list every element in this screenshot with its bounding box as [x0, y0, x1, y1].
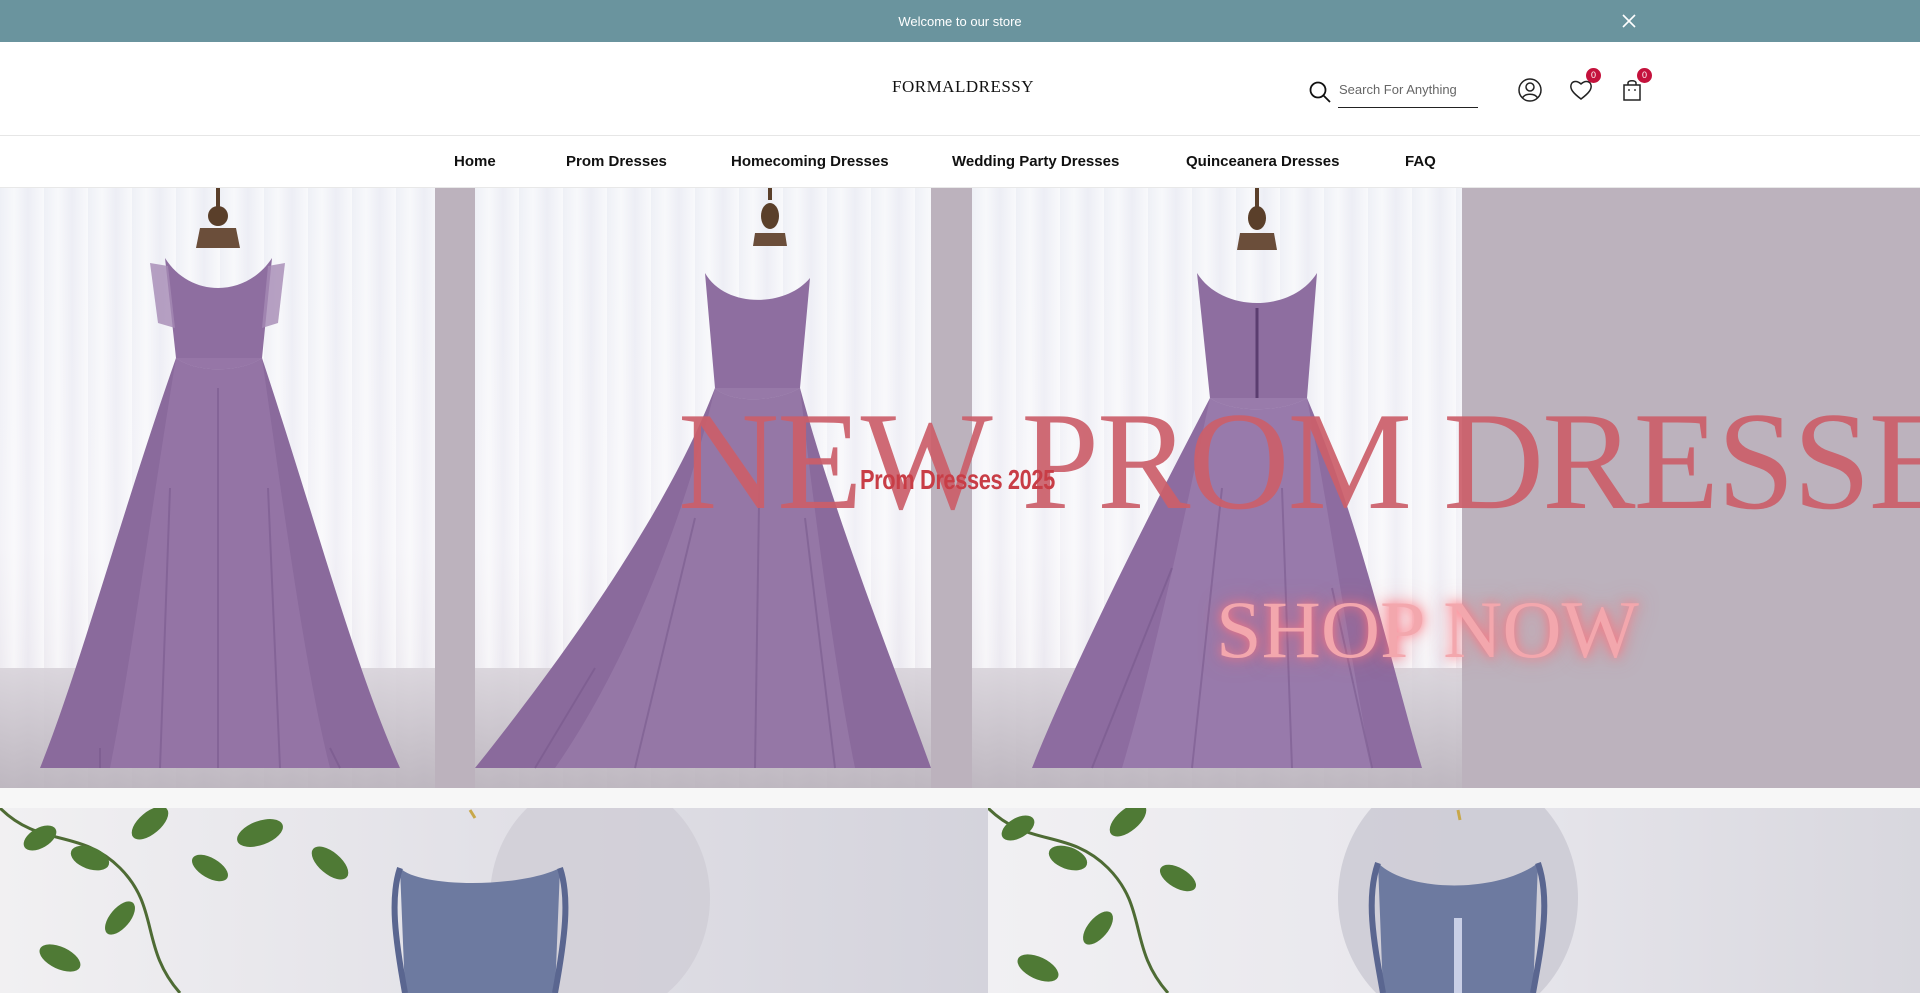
- nav-item-wedding-party-dresses[interactable]: Wedding Party Dresses: [952, 153, 1119, 170]
- site-logo[interactable]: FORMALDRESSY: [892, 77, 1034, 97]
- cart-button[interactable]: 0: [1618, 68, 1652, 104]
- search-icon[interactable]: [1308, 80, 1332, 104]
- hero-banner[interactable]: NEW PROM DRESSES Prom Dresses 2025 SHOP …: [0, 188, 1920, 788]
- wishlist-count-badge: 0: [1586, 68, 1601, 83]
- announcement-text: Welcome to our store: [898, 13, 1022, 29]
- site-header: FORMALDRESSY 0 0: [0, 42, 1920, 136]
- account-button[interactable]: [1516, 76, 1544, 104]
- nav-item-quinceanera-dresses[interactable]: Quinceanera Dresses: [1186, 153, 1339, 170]
- promo-banner-right[interactable]: [988, 808, 1920, 993]
- hero-headline: NEW PROM DRESSES: [678, 384, 1920, 539]
- nav-item-prom-dresses[interactable]: Prom Dresses: [566, 153, 667, 170]
- nav-item-home[interactable]: Home: [454, 153, 496, 170]
- section-divider: [0, 788, 1920, 808]
- dress-photo-front: [0, 188, 435, 788]
- announcement-bar: Welcome to our store: [0, 0, 1920, 42]
- promo-banner-left[interactable]: [0, 808, 988, 993]
- user-icon: [1518, 78, 1542, 102]
- shop-now-button[interactable]: SHOP NOW: [1216, 583, 1639, 677]
- nav-item-faq[interactable]: FAQ: [1405, 153, 1436, 170]
- main-navigation: Home Prom Dresses Homecoming Dresses Wed…: [0, 137, 1920, 188]
- hero-subheading: Prom Dresses 2025: [860, 464, 1055, 495]
- search-input[interactable]: [1338, 72, 1478, 108]
- wishlist-button[interactable]: 0: [1567, 68, 1601, 104]
- close-icon[interactable]: [1620, 12, 1638, 30]
- nav-item-homecoming-dresses[interactable]: Homecoming Dresses: [731, 153, 889, 170]
- cart-count-badge: 0: [1637, 68, 1652, 83]
